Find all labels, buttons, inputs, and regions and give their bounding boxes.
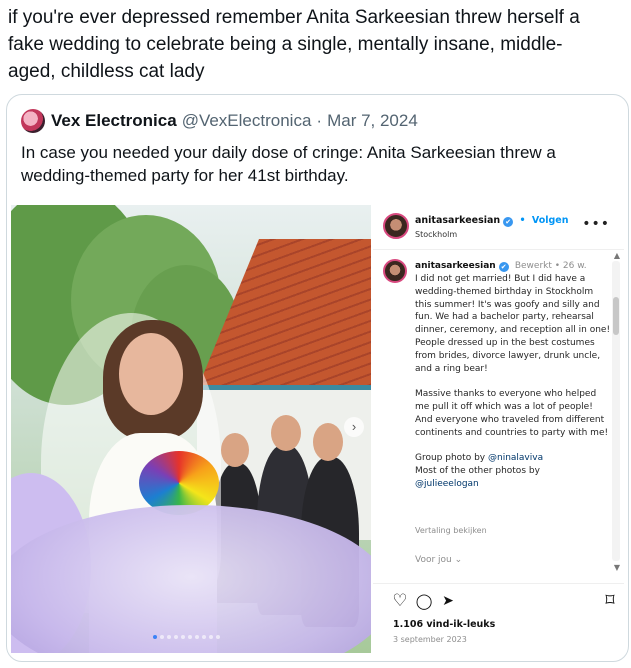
caption-paragraph: Group photo by [415, 453, 488, 464]
carousel-dot [188, 635, 192, 639]
bride-face [119, 333, 183, 415]
carousel-dots [153, 635, 220, 639]
user-handle[interactable]: @VexElectronica [182, 111, 312, 131]
carousel-dot [160, 635, 164, 639]
mention-link[interactable]: @julieeelogan [415, 479, 479, 489]
quoted-tweet-header: Vex Electronica @VexElectronica · Mar 7,… [21, 109, 418, 133]
comment-icon[interactable]: ◯ [415, 592, 433, 610]
follow-button[interactable]: Volgen [532, 215, 569, 226]
carousel-dot [153, 635, 157, 639]
username-text[interactable]: anitasarkeesian [415, 215, 500, 226]
heart-icon[interactable]: ♡ [391, 592, 409, 610]
tweet-date[interactable]: Mar 7, 2024 [327, 111, 418, 131]
scrollbar-thumb[interactable] [613, 297, 619, 335]
instagram-caption-area: anitasarkeesian ✔ Bewerkt • 26 w. I did n… [373, 251, 624, 583]
carousel-dot [167, 635, 171, 639]
caption-paragraph: I did not get married! But I did have a … [415, 274, 611, 374]
post-date: 3 september 2023 [393, 635, 467, 644]
quoted-tweet-text: In case you needed your daily dose of cr… [21, 143, 556, 185]
share-icon[interactable]: ➤ [439, 592, 457, 610]
quoted-tweet[interactable]: Vex Electronica @VexElectronica · Mar 7,… [6, 94, 629, 662]
caption-paragraph: Most of the other photos by [415, 465, 540, 476]
verified-icon: ✔ [503, 217, 514, 227]
carousel-dot [202, 635, 206, 639]
carousel-dot [209, 635, 213, 639]
caption-username[interactable]: anitasarkeesian [415, 261, 496, 271]
avatar[interactable] [21, 109, 45, 133]
instagram-username[interactable]: anitasarkeesian ✔ • Volgen [415, 215, 569, 227]
follow-separator: • [519, 215, 526, 226]
wedding-photo: › [11, 205, 371, 653]
carousel-dot [195, 635, 199, 639]
location[interactable]: Stockholm [415, 230, 457, 239]
guest-head [313, 423, 343, 461]
instagram-actions: ♡ ◯ ➤ ⌑ 1.106 vind-ik-leuks 3 september … [373, 583, 624, 653]
chevron-right-icon[interactable]: › [344, 417, 364, 437]
caption-author: anitasarkeesian ✔ Bewerkt • 26 w. [415, 261, 587, 272]
carousel-dot [174, 635, 178, 639]
mention-link[interactable]: @ninalaviva [488, 453, 543, 463]
blurred-foreground [11, 505, 371, 653]
carousel-dot [216, 635, 220, 639]
caption-text: I did not get married! But I did have a … [415, 273, 611, 491]
verified-icon: ✔ [498, 262, 509, 272]
scroll-up-icon[interactable]: ▲ [614, 251, 620, 260]
instagram-side-panel: anitasarkeesian ✔ • Volgen Stockholm ••• … [373, 205, 624, 653]
instagram-header: anitasarkeesian ✔ • Volgen Stockholm ••• [373, 205, 624, 250]
avatar[interactable] [383, 259, 407, 283]
display-name[interactable]: Vex Electronica [51, 111, 177, 131]
separator: · [316, 111, 323, 130]
guest-head [271, 415, 301, 451]
for-you-dropdown[interactable]: Voor jou ⌄ [415, 555, 462, 565]
scroll-down-icon[interactable]: ▼ [614, 563, 620, 572]
like-count[interactable]: 1.106 vind-ik-leuks [393, 619, 495, 630]
see-translation-link[interactable]: Vertaling bekijken [415, 526, 487, 535]
caption-meta: Bewerkt • 26 w. [514, 261, 587, 271]
guest-head [221, 433, 249, 467]
bookmark-icon[interactable]: ⌑ [601, 592, 619, 610]
more-options-icon[interactable]: ••• [582, 216, 610, 232]
caption-paragraph: Massive thanks to everyone who helped me… [415, 389, 609, 438]
carousel-dot [181, 635, 185, 639]
tweet-text: if you're ever depressed remember Anita … [8, 7, 580, 82]
avatar[interactable] [383, 213, 409, 239]
embedded-instagram-screenshot[interactable]: › anitasarkeesian ✔ • Volgen Stockholm •… [11, 205, 624, 653]
